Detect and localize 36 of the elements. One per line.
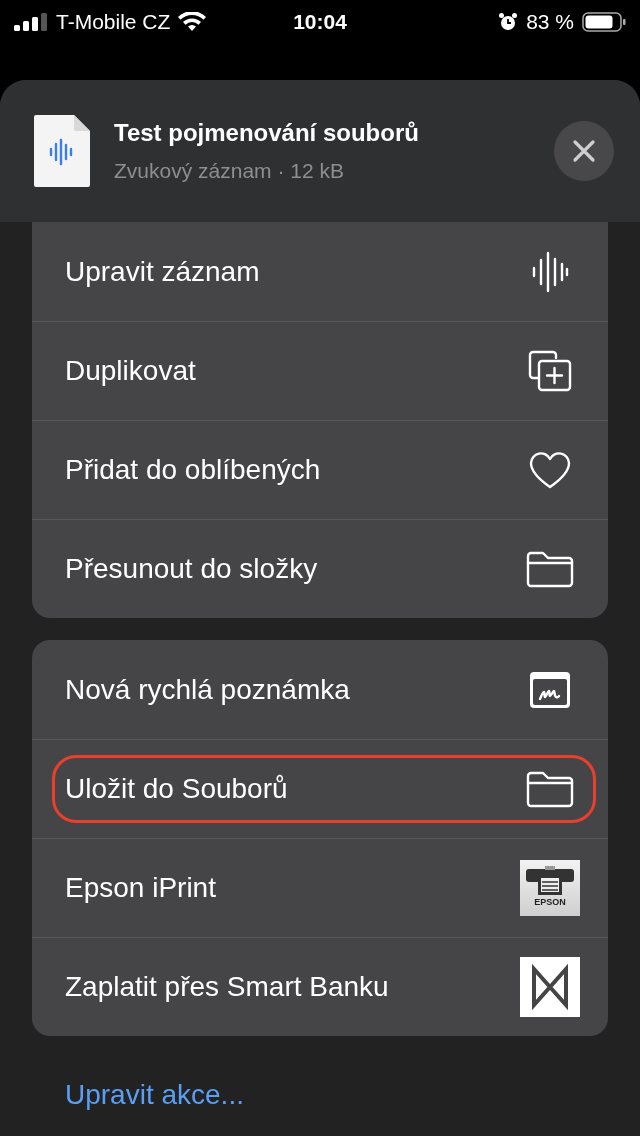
heart-icon [529, 451, 571, 489]
signature-note-icon [529, 670, 571, 709]
action-row[interactable]: Přidat do oblíbených [32, 420, 608, 519]
folder-icon [526, 770, 574, 808]
bank-app-icon [520, 957, 580, 1017]
clock-time: 10:04 [293, 10, 347, 34]
file-title: Test pojmenování souborů [114, 118, 420, 149]
action-label: Duplikovat [65, 354, 196, 388]
action-label: Upravit záznam [65, 254, 260, 289]
waveform-icon [531, 250, 569, 293]
action-label: Epson iPrint [65, 871, 216, 905]
audio-file-icon [34, 115, 90, 187]
action-row[interactable]: Upravit záznam [32, 222, 608, 321]
action-row[interactable]: Uložit do Souborů [32, 739, 608, 838]
wifi-icon [178, 12, 207, 32]
folder-icon [526, 550, 574, 588]
action-row[interactable]: Zaplatit přes Smart Banku [32, 937, 608, 1036]
action-label: Přesunout do složky [65, 552, 318, 586]
printer-app-icon: EPSON [520, 860, 580, 916]
edit-actions-link[interactable]: Upravit akce... [65, 1074, 244, 1116]
action-row[interactable]: Nová rychlá poznámka [32, 640, 608, 739]
duplicate-icon [528, 350, 572, 392]
battery-icon [582, 12, 626, 32]
alarm-icon [498, 12, 519, 32]
action-label: Nová rychlá poznámka [65, 672, 350, 707]
close-icon [572, 139, 596, 163]
action-row[interactable]: Duplikovat [32, 321, 608, 420]
file-details: Zvukový záznam · 12 kB [114, 158, 345, 185]
action-row[interactable]: Přesunout do složky [32, 519, 608, 618]
action-row[interactable]: Epson iPrint EPSON [32, 838, 608, 937]
action-label: Zaplatit přes Smart Banku [65, 970, 389, 1004]
battery-percent: 83 % [526, 9, 574, 36]
action-label: Přidat do oblíbených [65, 453, 321, 487]
action-label: Uložit do Souborů [65, 772, 288, 806]
signal-icon [14, 13, 48, 31]
carrier-name: T-Mobile CZ [56, 9, 171, 36]
